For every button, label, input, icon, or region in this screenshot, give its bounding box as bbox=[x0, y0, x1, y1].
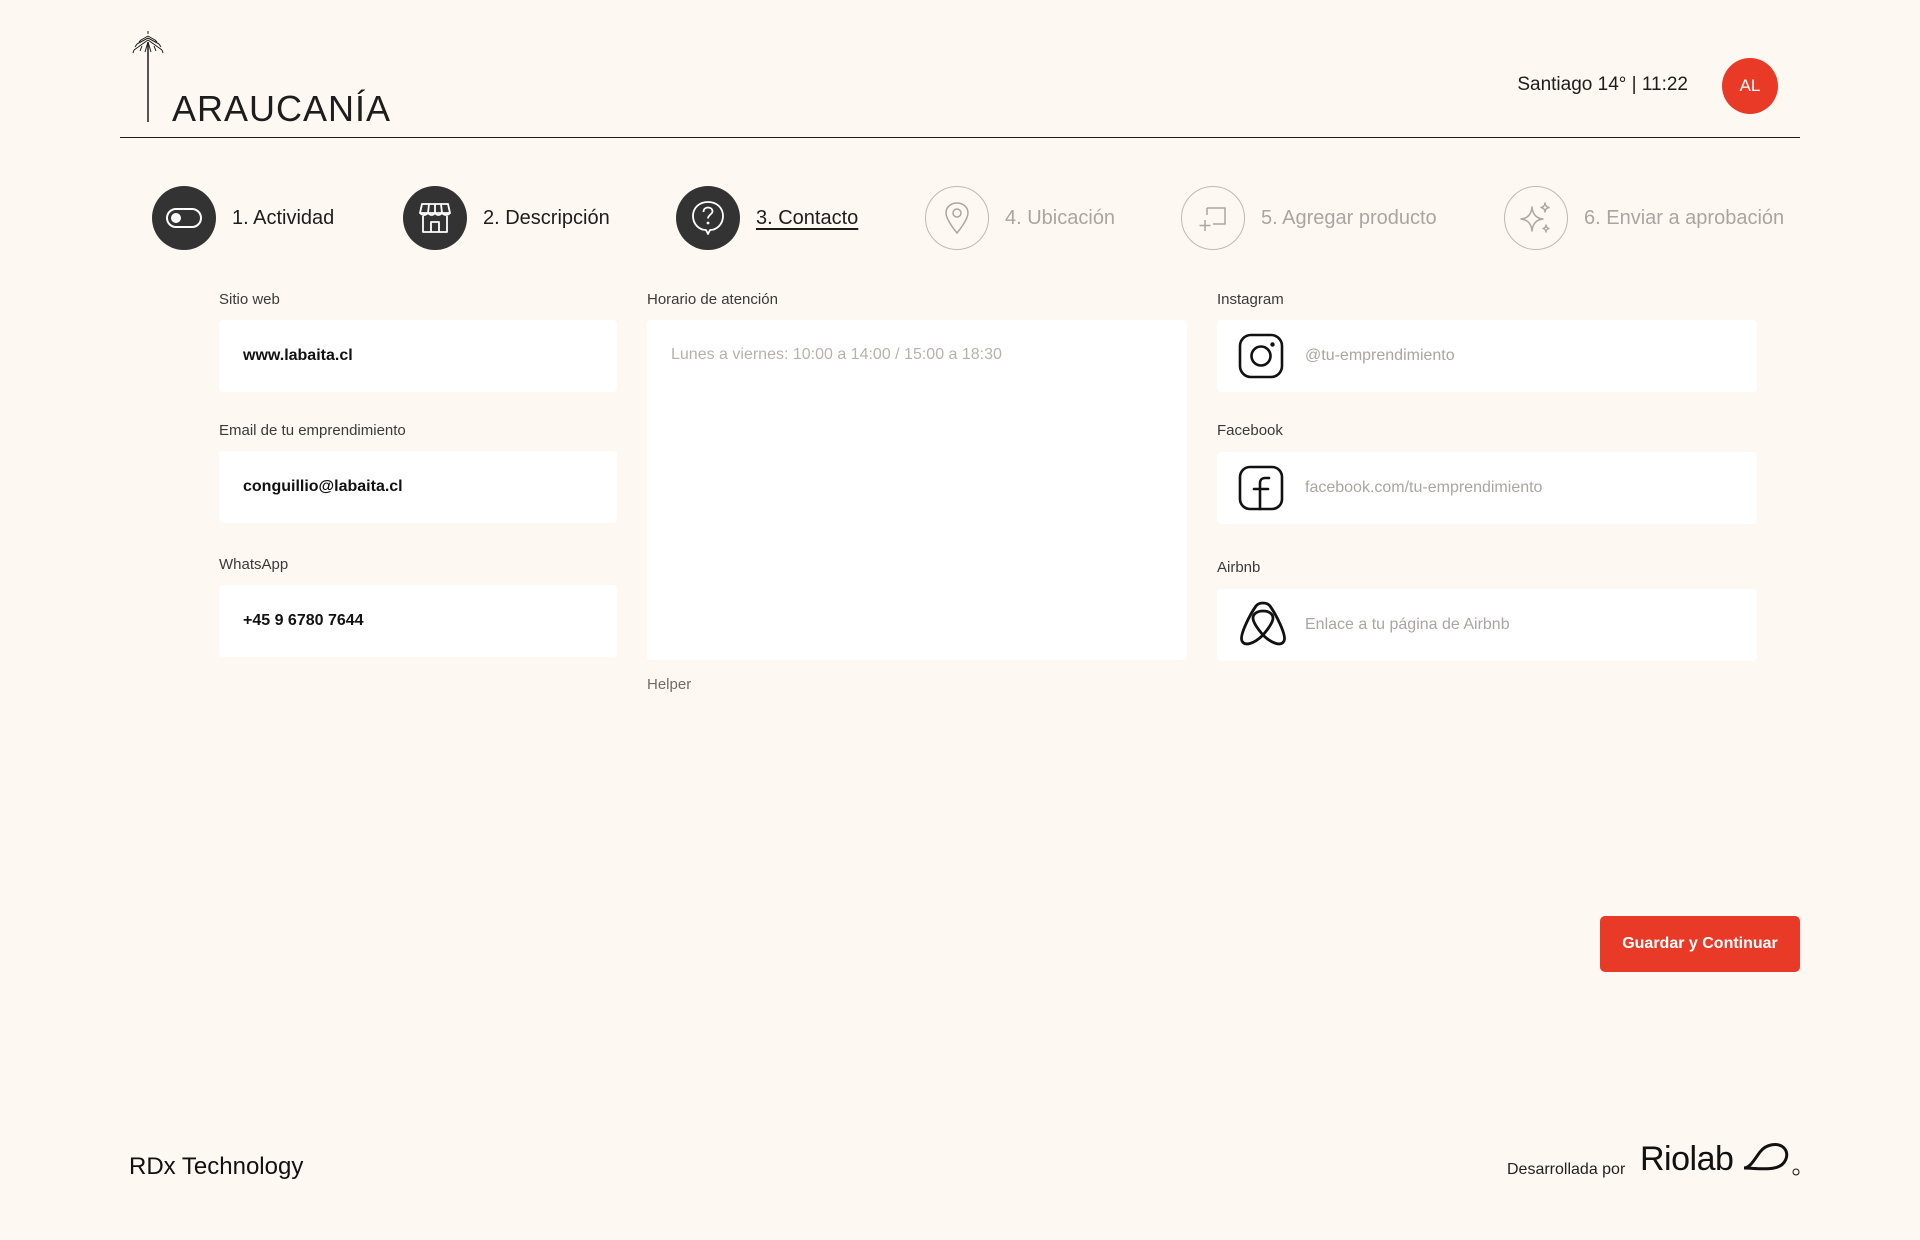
hours-textarea[interactable]: Lunes a viernes: 10:00 a 14:00 / 15:00 a… bbox=[647, 320, 1187, 660]
facebook-input[interactable]: facebook.com/tu-emprendimiento bbox=[1217, 452, 1757, 524]
step-label: 4. Ubicación bbox=[1005, 206, 1116, 229]
instagram-icon bbox=[1238, 333, 1284, 379]
facebook-icon bbox=[1238, 465, 1284, 511]
footer-developed-by: Desarrollada por bbox=[1507, 1161, 1626, 1178]
hours-label: Horario de atención bbox=[647, 291, 778, 308]
email-label: Email de tu emprendimiento bbox=[219, 422, 406, 439]
step-label: 3. Contacto bbox=[756, 206, 859, 229]
airbnb-icon bbox=[1240, 601, 1286, 646]
step-circle bbox=[403, 186, 467, 250]
step-contacto[interactable]: 3. Contacto bbox=[676, 186, 858, 250]
step-ubicacion[interactable]: 4. Ubicación bbox=[925, 186, 1115, 250]
instagram-placeholder: @tu-emprendimiento bbox=[1305, 347, 1455, 364]
step-label: 5. Agregar producto bbox=[1261, 206, 1437, 229]
step-agregar-producto[interactable]: 5. Agregar producto bbox=[1181, 186, 1437, 250]
riolab-logo-text[interactable]: Riolab bbox=[1640, 1140, 1734, 1179]
step-label: 6. Enviar a aprobación bbox=[1584, 206, 1785, 229]
app-header: ARAUCANÍA Santiago 14° | 11:22 AL bbox=[120, 0, 1800, 138]
step-circle bbox=[1181, 186, 1245, 250]
footer-company: RDx Technology bbox=[129, 1153, 304, 1180]
airbnb-label: Airbnb bbox=[1217, 559, 1261, 576]
araucaria-tree-icon bbox=[132, 31, 164, 122]
save-continue-button[interactable]: Guardar y Continuar bbox=[1600, 916, 1800, 972]
hours-helper-text: Helper bbox=[647, 676, 692, 693]
step-actividad[interactable]: 1. Actividad bbox=[152, 186, 334, 250]
toggle-icon bbox=[166, 208, 202, 228]
storefront-icon bbox=[419, 203, 451, 233]
map-pin-icon bbox=[945, 202, 969, 235]
email-input[interactable]: conguillio@labaita.cl bbox=[219, 451, 617, 523]
user-avatar[interactable]: AL bbox=[1722, 58, 1778, 114]
step-circle bbox=[1504, 186, 1568, 250]
airbnb-placeholder: Enlace a tu página de Airbnb bbox=[1305, 616, 1510, 633]
sparkles-icon bbox=[1520, 202, 1550, 233]
riolab-drop-icon bbox=[1743, 1143, 1800, 1176]
facebook-label: Facebook bbox=[1217, 422, 1283, 439]
whatsapp-label: WhatsApp bbox=[219, 556, 289, 573]
instagram-input[interactable]: @tu-emprendimiento bbox=[1217, 320, 1757, 392]
website-label: Sitio web bbox=[219, 291, 280, 308]
step-label: 1. Actividad bbox=[232, 206, 335, 229]
step-enviar-aprobacion[interactable]: 6. Enviar a aprobación bbox=[1504, 186, 1784, 250]
logo-wordmark: ARAUCANÍA bbox=[172, 88, 392, 129]
facebook-placeholder: facebook.com/tu-emprendimiento bbox=[1305, 479, 1543, 496]
step-descripcion[interactable]: 2. Descripción bbox=[403, 186, 610, 250]
weather-time: Santiago 14° | 11:22 bbox=[1517, 74, 1688, 95]
add-product-icon bbox=[1199, 207, 1226, 231]
hours-placeholder: Lunes a viernes: 10:00 a 14:00 / 15:00 a… bbox=[671, 346, 1002, 363]
whatsapp-value: +45 9 6780 7644 bbox=[243, 612, 364, 629]
progress-stepper: 1. Actividad 2. Descripción 3. Contacto … bbox=[152, 186, 1792, 250]
step-circle bbox=[152, 186, 216, 250]
whatsapp-input[interactable]: +45 9 6780 7644 bbox=[219, 585, 617, 657]
question-bubble-icon bbox=[692, 201, 724, 235]
website-input[interactable]: www.labaita.cl bbox=[219, 320, 617, 392]
instagram-label: Instagram bbox=[1217, 291, 1284, 308]
airbnb-input[interactable]: Enlace a tu página de Airbnb bbox=[1217, 589, 1757, 661]
email-value: conguillio@labaita.cl bbox=[243, 478, 403, 495]
araucania-logo[interactable]: ARAUCANÍA bbox=[132, 30, 390, 129]
step-circle bbox=[925, 186, 989, 250]
step-circle bbox=[676, 186, 740, 250]
website-value: www.labaita.cl bbox=[243, 347, 353, 364]
step-label: 2. Descripción bbox=[483, 206, 610, 229]
